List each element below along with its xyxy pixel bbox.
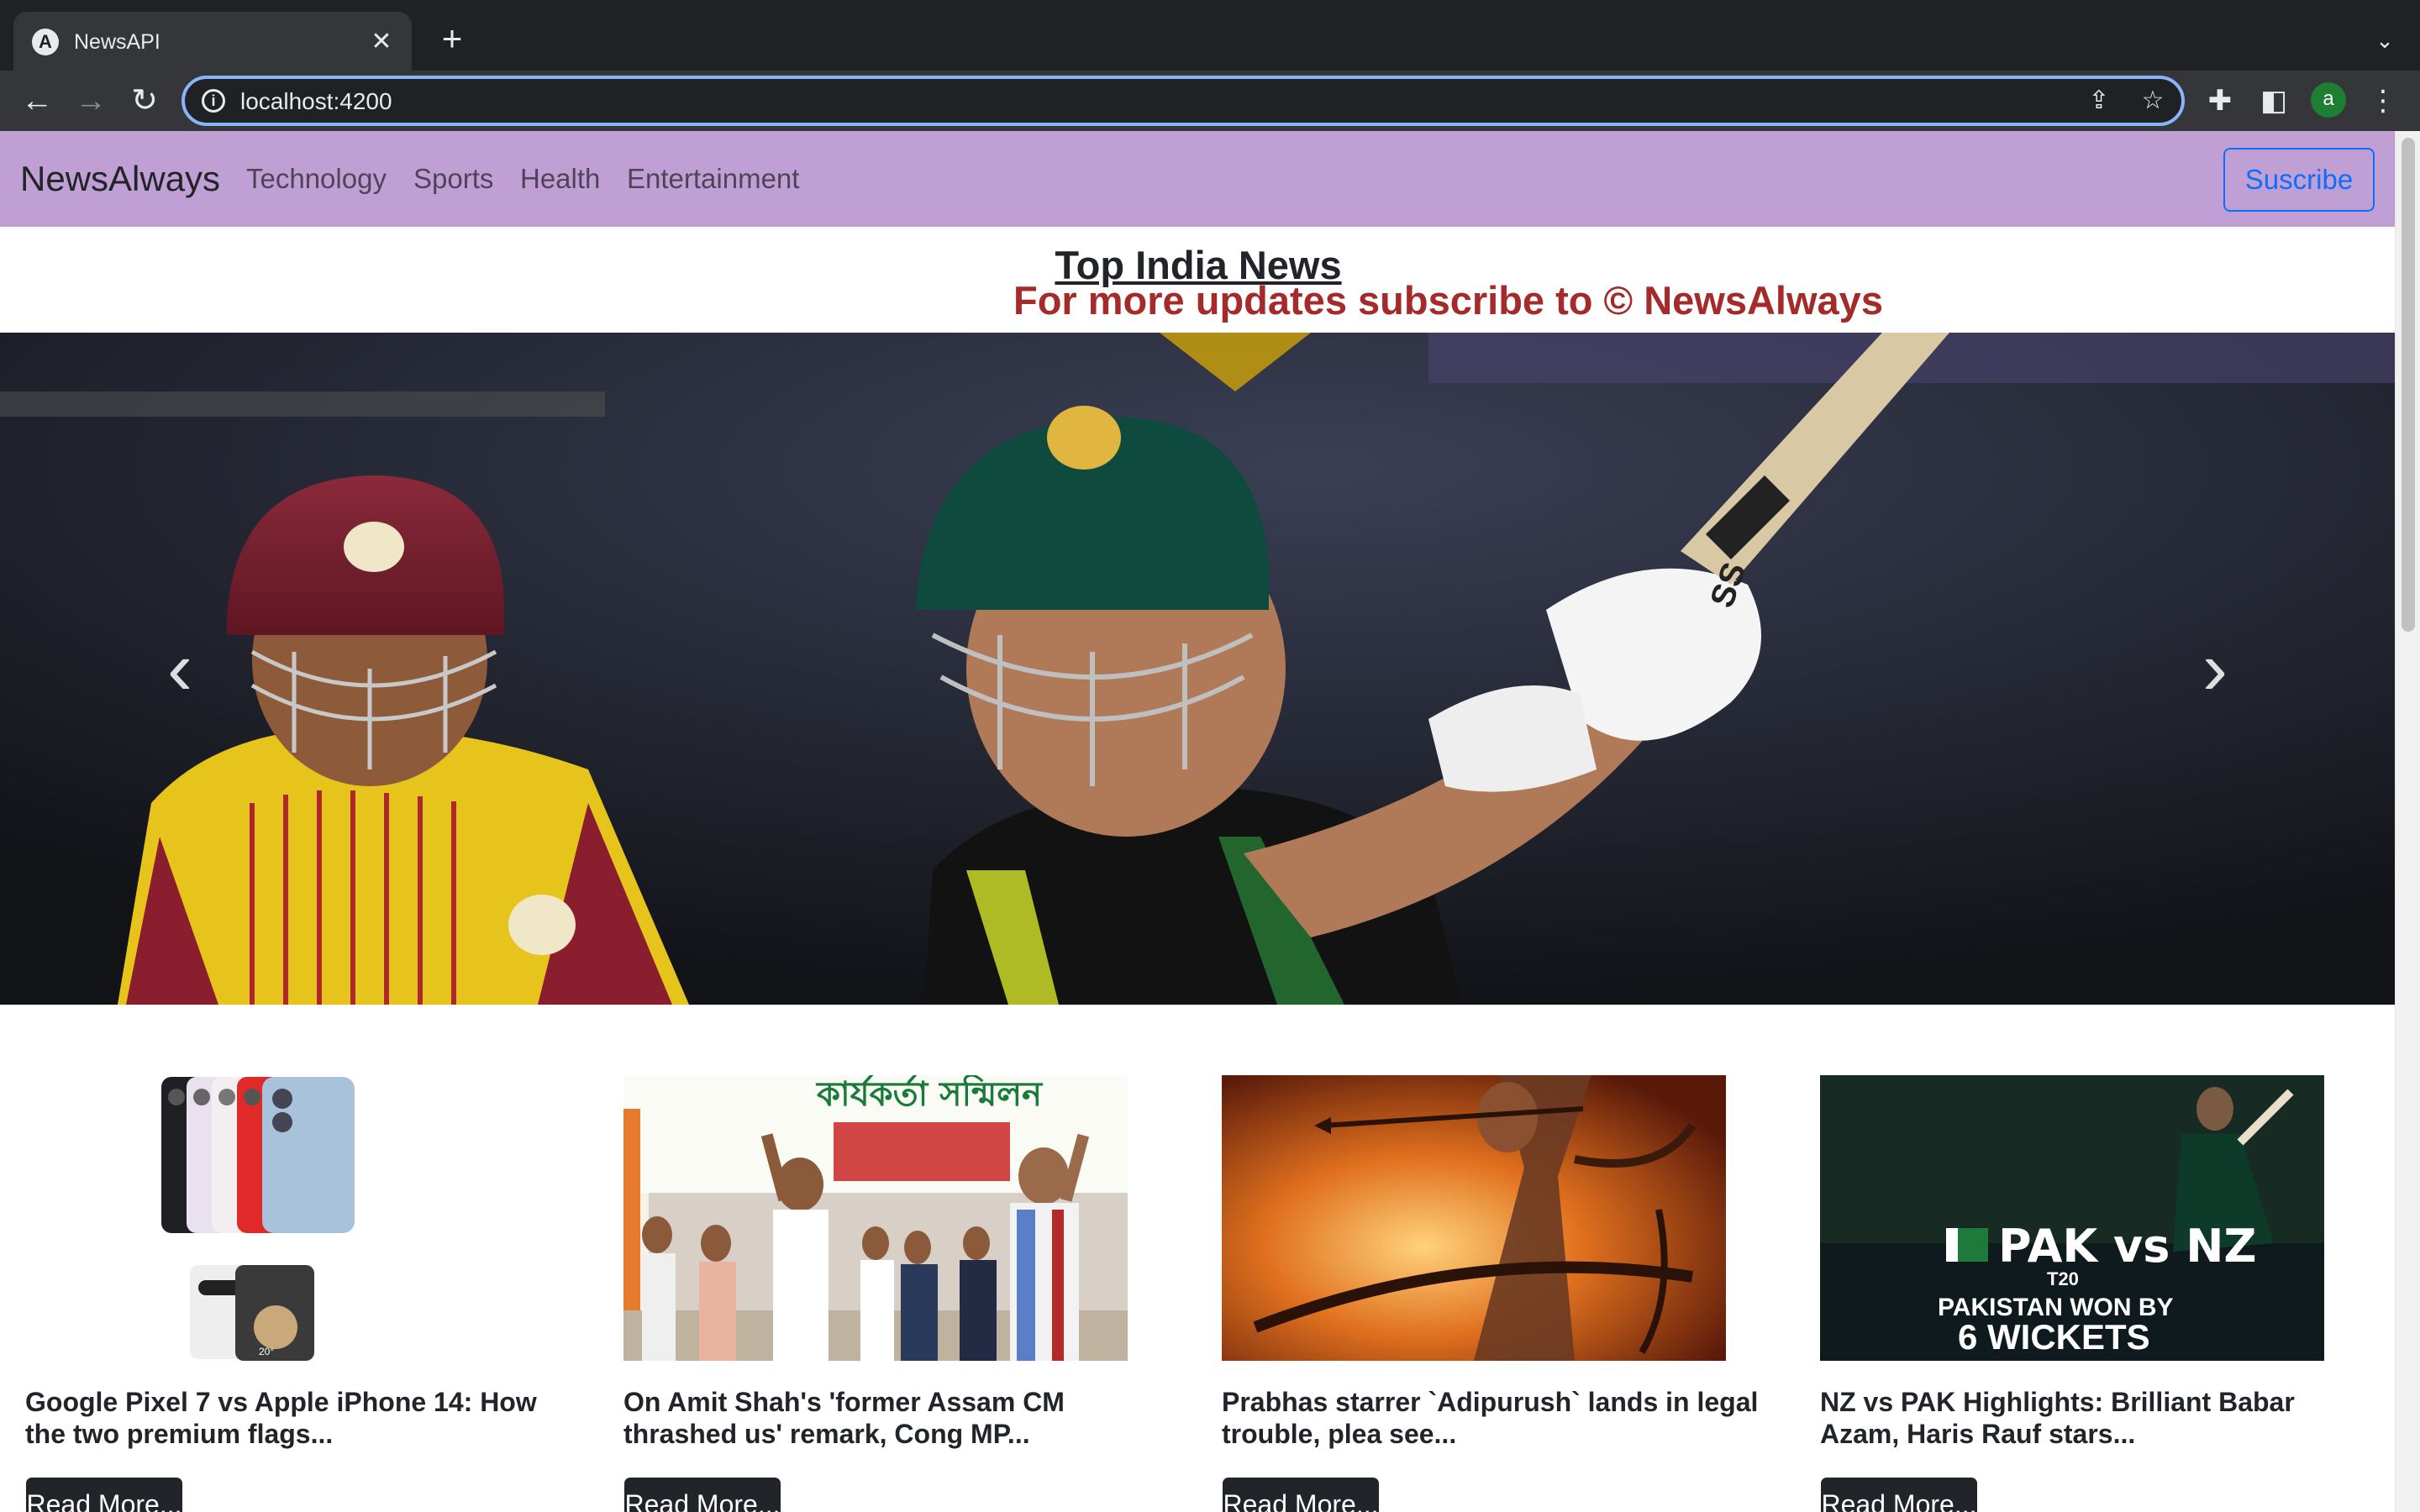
card-title[interactable]: Google Pixel 7 vs Apple iPhone 14: How t… — [25, 1386, 580, 1450]
back-arrow-icon[interactable]: ← — [17, 81, 57, 121]
read-more-button[interactable]: Read More... — [623, 1477, 781, 1512]
nav-link-health[interactable]: Health — [520, 161, 600, 197]
assam-rally-image: কাৰ্যকৰ্তা সন্মিলন — [623, 1075, 1128, 1361]
reload-icon[interactable]: ↻ — [124, 81, 165, 121]
pak-nz-headline: PAK vs NZ — [1998, 1220, 2257, 1273]
angular-favicon-icon: A — [32, 29, 59, 55]
nav-link-technology[interactable]: Technology — [246, 161, 387, 197]
pak-nz-margin: 6 WICKETS — [1958, 1317, 2150, 1357]
browser-menu-icon[interactable]: ⋮ — [2365, 82, 2402, 119]
extensions-puzzle-icon[interactable]: ✚ — [2202, 82, 2238, 119]
pak-nz-format: T20 — [2047, 1268, 2079, 1289]
card-image-assam-rally[interactable]: কাৰ্যকৰ্তা সন্মিলন — [623, 1075, 1128, 1361]
tab-title: NewsAPI — [74, 30, 160, 54]
nav-link-sports[interactable]: Sports — [413, 161, 493, 197]
card-image-phones[interactable]: 20° — [25, 1075, 529, 1361]
close-tab-icon[interactable]: ✕ — [365, 25, 398, 59]
adipurush-image — [1222, 1075, 1726, 1361]
phones-image: 20° — [25, 1075, 529, 1361]
news-carousel: SS ‹ › — [0, 333, 2395, 1005]
svg-text:20°: 20° — [259, 1346, 274, 1357]
read-more-button[interactable]: Read More... — [1222, 1477, 1380, 1512]
side-panel-icon[interactable]: ◧ — [2255, 82, 2292, 119]
subscribe-tagline: For more updates subscribe to © NewsAlwa… — [1013, 278, 1883, 323]
forward-arrow-icon[interactable]: → — [71, 81, 111, 121]
share-icon[interactable]: ⇪ — [2082, 84, 2116, 118]
browser-tab[interactable]: A NewsAPI ✕ — [13, 12, 412, 71]
browser-tab-strip: A NewsAPI ✕ + ⌄ — [0, 0, 2420, 71]
site-info-icon[interactable]: i — [202, 89, 225, 113]
read-more-button[interactable]: Read More... — [25, 1477, 183, 1512]
page-viewport: NewsAlways Technology Sports Health Ente… — [0, 131, 2395, 1512]
card-image-pak-nz[interactable]: PAK vs NZ T20 PAKISTAN WON BY 6 WICKETS — [1820, 1075, 2324, 1361]
carousel-next-icon[interactable]: › — [2181, 631, 2249, 706]
site-navbar: NewsAlways Technology Sports Health Ente… — [0, 131, 2395, 227]
browser-toolbar: ← → ↻ i localhost:4200 ⇪ ☆ ✚ ◧ a ⋮ — [0, 71, 2420, 131]
scrollbar-thumb[interactable] — [2402, 138, 2415, 632]
brand-logo[interactable]: NewsAlways — [20, 156, 220, 202]
card-title[interactable]: NZ vs PAK Highlights: Brilliant Babar Az… — [1820, 1386, 2375, 1450]
carousel-cricket-image: SS — [0, 333, 2395, 1005]
url-text[interactable]: localhost:4200 — [240, 87, 392, 116]
nav-link-entertainment[interactable]: Entertainment — [627, 161, 799, 197]
bookmark-star-icon[interactable]: ☆ — [2136, 84, 2170, 118]
card-title[interactable]: On Amit Shah's 'former Assam CM thrashed… — [623, 1386, 1178, 1450]
card-title[interactable]: Prabhas starrer `Adipurush` lands in leg… — [1222, 1386, 1776, 1450]
subscribe-button[interactable]: Suscribe — [2223, 148, 2375, 212]
page-scrollbar[interactable] — [2395, 131, 2420, 1512]
tab-search-chevron-icon[interactable]: ⌄ — [2368, 24, 2402, 57]
read-more-button[interactable]: Read More... — [1820, 1477, 1978, 1512]
address-bar[interactable]: i localhost:4200 ⇪ ☆ — [182, 76, 2185, 126]
card-image-adipurush[interactable] — [1222, 1075, 1726, 1361]
assam-banner-text: কাৰ্যকৰ্তা সন্মিলন — [815, 1075, 1044, 1114]
carousel-prev-icon[interactable]: ‹ — [146, 631, 213, 706]
new-tab-icon[interactable]: + — [435, 21, 469, 56]
profile-avatar[interactable]: a — [2311, 82, 2346, 118]
pak-nz-image: PAK vs NZ T20 PAKISTAN WON BY 6 WICKETS — [1820, 1075, 2324, 1361]
